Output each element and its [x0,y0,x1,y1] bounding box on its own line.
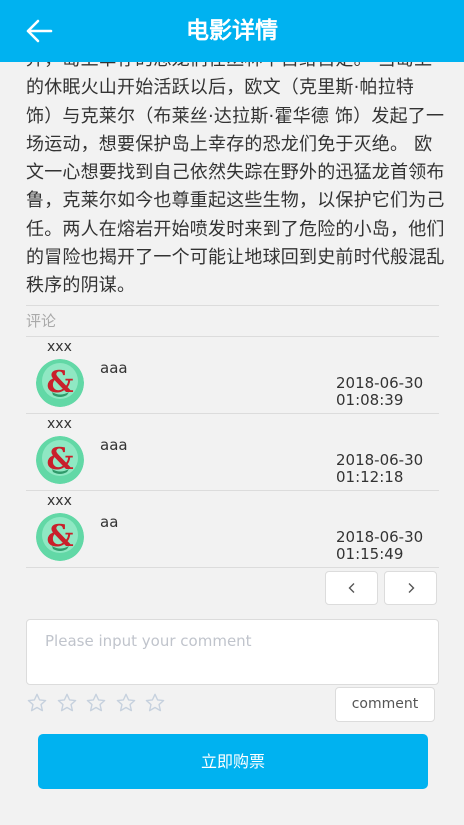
svg-text:&: & [46,519,73,554]
comment-time: 01:08:39 [336,391,404,409]
comment-item: xxx & aaa 2018-06-30 01:08:39 [26,337,439,414]
buy-ticket-button[interactable]: 立即购票 [38,734,428,789]
avatar: & [36,436,84,484]
avatar: & [36,513,84,561]
rating-stars [26,692,174,714]
comment-time: 01:15:49 [336,545,404,563]
star-icon[interactable] [85,692,107,714]
svg-text:&: & [46,365,73,400]
comment-username: xxx [47,416,72,432]
comment-time: 01:12:18 [336,468,404,486]
comment-date: 2018-06-30 [336,451,424,469]
ampersand-logo-icon: & [36,359,84,407]
comment-item: xxx & aaa 2018-06-30 01:12:18 [26,414,439,491]
avatar: & [36,359,84,407]
page-title: 电影详情 [186,18,278,44]
star-icon[interactable] [56,692,78,714]
movie-synopsis: 弃，岛上幸存的恐龙们在丛林中自给自足。 当岛上的休眠火山开始活跃以后，欧文（克里… [26,49,445,297]
comment-timestamp: 2018-06-30 01:12:18 [336,452,423,486]
comment-username: xxx [47,339,72,355]
chevron-right-icon [408,583,414,593]
comment-input[interactable] [26,619,439,685]
star-icon[interactable] [115,692,137,714]
comment-timestamp: 2018-06-30 01:15:49 [336,529,423,563]
svg-text:&: & [46,442,73,477]
comment-text: aa [100,513,119,531]
chevron-left-icon [348,583,354,593]
comment-list: xxx & aaa 2018-06-30 01:08:39 xxx & aaa [26,337,439,568]
comment-timestamp: 2018-06-30 01:08:39 [336,375,423,409]
comment-text: aaa [100,359,128,377]
comment-username: xxx [47,493,72,509]
next-page-button[interactable] [384,571,437,605]
star-icon[interactable] [26,692,48,714]
comment-item: xxx & aa 2018-06-30 01:15:49 [26,491,439,568]
ampersand-logo-icon: & [36,513,84,561]
ampersand-logo-icon: & [36,436,84,484]
comment-date: 2018-06-30 [336,374,424,392]
prev-page-button[interactable] [325,571,378,605]
submit-comment-button[interactable]: comment [335,687,435,722]
comments-heading: 评论 [26,305,439,337]
comment-text: aaa [100,436,128,454]
star-icon[interactable] [144,692,166,714]
comment-date: 2018-06-30 [336,528,424,546]
app-header: 电影详情 [0,0,464,62]
